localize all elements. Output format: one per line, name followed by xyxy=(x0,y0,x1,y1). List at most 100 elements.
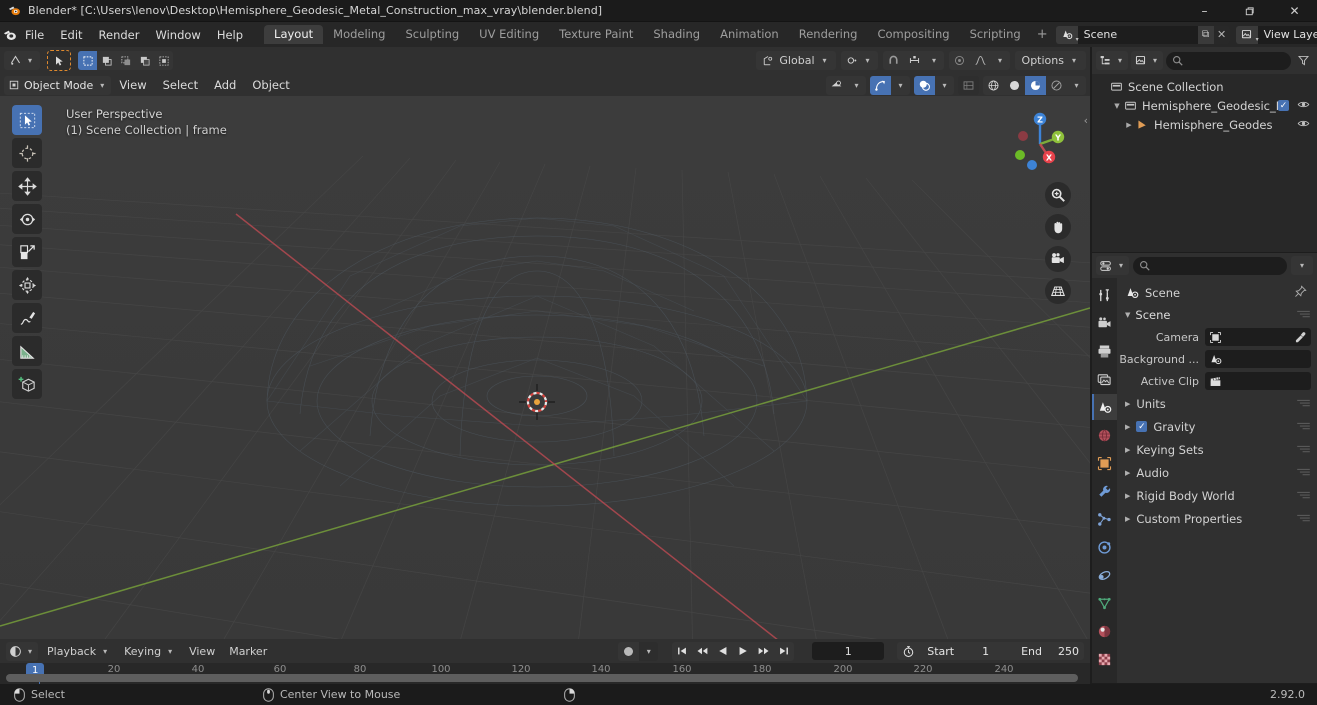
snap-magnet-icon[interactable] xyxy=(883,51,904,70)
play-reverse-button[interactable] xyxy=(713,642,733,661)
new-scene-button[interactable]: ⧉ xyxy=(1197,25,1214,44)
annotate-tool-icon[interactable] xyxy=(12,303,42,333)
navigation-gizmo[interactable]: Z Y X xyxy=(1002,108,1074,180)
expand-arrow-icon[interactable]: ▶ xyxy=(1122,121,1136,129)
background-scene-field[interactable] xyxy=(1205,350,1311,368)
units-section[interactable]: ▶ Units xyxy=(1117,392,1317,415)
tab-uv-editing[interactable]: UV Editing xyxy=(469,25,549,44)
close-button[interactable]: ✕ xyxy=(1272,0,1317,22)
viewport-menu-object[interactable]: Object xyxy=(244,75,297,95)
auto-keying-caret[interactable]: ▾ xyxy=(639,641,659,661)
gravity-checkbox[interactable]: ✓ xyxy=(1136,421,1148,432)
timeline-editor-type-icon[interactable]: ▾ xyxy=(6,641,39,661)
tab-compositing[interactable]: Compositing xyxy=(867,25,959,44)
modifier-tab[interactable] xyxy=(1092,478,1117,504)
properties-search-input[interactable] xyxy=(1133,256,1287,275)
blender-menu-icon[interactable] xyxy=(3,28,17,42)
timeline-menu-playback[interactable]: Playback ▾ xyxy=(42,642,115,661)
data-tab[interactable] xyxy=(1092,590,1117,616)
snap-target-icon[interactable] xyxy=(904,51,925,70)
eye-icon[interactable] xyxy=(1297,98,1310,114)
add-workspace-button[interactable]: + xyxy=(1031,27,1054,42)
material-tab[interactable] xyxy=(1092,618,1117,644)
scene-tab[interactable] xyxy=(1092,394,1117,420)
measure-tool-icon[interactable] xyxy=(12,336,42,366)
tab-sculpting[interactable]: Sculpting xyxy=(395,25,469,44)
select-box-tool-icon[interactable] xyxy=(47,50,72,71)
falloff-dropdown-caret[interactable]: ▾ xyxy=(991,51,1010,70)
shading-material-preview-icon[interactable] xyxy=(1025,75,1046,95)
view-layer-icon[interactable]: ▾ xyxy=(1235,25,1259,44)
snap-dropdown-caret[interactable]: ▾ xyxy=(925,51,944,70)
physics-tab[interactable] xyxy=(1092,534,1117,560)
jump-prev-keyframe-button[interactable] xyxy=(692,642,713,661)
tab-animation[interactable]: Animation xyxy=(710,25,789,44)
unlink-scene-button[interactable]: ✕ xyxy=(1214,26,1230,44)
audio-section[interactable]: ▶ Audio xyxy=(1117,461,1317,484)
timeline-menu-view[interactable]: View xyxy=(184,642,220,661)
viewport-menu-select[interactable]: Select xyxy=(155,75,206,95)
cursor-tool-icon[interactable] xyxy=(12,138,42,168)
tab-layout[interactable]: Layout xyxy=(264,25,324,44)
pin-icon[interactable] xyxy=(1294,285,1307,301)
shading-rendered-icon[interactable] xyxy=(1046,76,1067,95)
tool-tab[interactable] xyxy=(1092,282,1117,308)
rotate-tool-icon[interactable] xyxy=(12,204,42,234)
3d-viewport[interactable]: User Perspective (1) Scene Collection | … xyxy=(0,96,1090,639)
keying-sets-section[interactable]: ▶ Keying Sets xyxy=(1117,438,1317,461)
select-set-icon[interactable] xyxy=(78,51,98,70)
jump-to-start-button[interactable] xyxy=(672,642,692,661)
outliner-tree[interactable]: Scene Collection ▼ Hemisphere_Geodesic_M… xyxy=(1092,74,1317,252)
pivot-point-dropdown[interactable]: ▾ xyxy=(840,51,878,70)
add-cube-tool-icon[interactable] xyxy=(12,369,42,399)
tab-shading[interactable]: Shading xyxy=(643,25,710,44)
world-tab[interactable] xyxy=(1092,422,1117,448)
tweak-select-tool-icon[interactable] xyxy=(12,105,42,135)
viewport-menu-add[interactable]: Add xyxy=(206,75,244,95)
object-mode-dropdown[interactable]: Object Mode ▾ xyxy=(4,75,112,95)
scene-panel-header[interactable]: ▼ Scene xyxy=(1117,304,1317,326)
outliner-editor-type-icon[interactable]: ▾ xyxy=(1096,51,1129,70)
select-intersect-icon[interactable] xyxy=(154,51,173,70)
overlays-icon[interactable] xyxy=(914,75,935,95)
menu-window[interactable]: Window xyxy=(147,25,208,45)
constraints-tab[interactable] xyxy=(1092,562,1117,588)
stopwatch-icon[interactable] xyxy=(902,645,915,658)
camera-field[interactable] xyxy=(1205,328,1311,346)
overlays-caret[interactable]: ▾ xyxy=(935,76,954,95)
menu-edit[interactable]: Edit xyxy=(52,25,90,45)
falloff-smooth-icon[interactable] xyxy=(970,51,991,70)
transform-orientation-dropdown[interactable]: Global ▾ xyxy=(756,51,836,70)
outliner-display-mode-icon[interactable]: ▾ xyxy=(1131,51,1164,70)
tab-scripting[interactable]: Scripting xyxy=(960,25,1031,44)
texture-tab[interactable] xyxy=(1092,646,1117,672)
render-tab[interactable] xyxy=(1092,310,1117,336)
tab-texture-paint[interactable]: Texture Paint xyxy=(549,25,643,44)
shading-wireframe-icon[interactable] xyxy=(983,76,1004,95)
transform-tool-icon[interactable] xyxy=(12,270,42,300)
toggle-perspective-icon[interactable] xyxy=(1045,278,1071,304)
scene-name[interactable]: Scene xyxy=(1077,25,1198,44)
rigid-body-world-section[interactable]: ▶ Rigid Body World xyxy=(1117,484,1317,507)
editor-type-3dview-icon[interactable]: ▾ xyxy=(4,51,41,70)
active-clip-field[interactable] xyxy=(1205,372,1311,390)
shading-solid-icon[interactable] xyxy=(1004,76,1025,95)
properties-options-caret-icon[interactable]: ▾ xyxy=(1290,256,1313,275)
minimize-button[interactable]: – xyxy=(1182,0,1227,22)
outliner-row-hemisphere-collection[interactable]: ▼ Hemisphere_Geodesic_M ✓ xyxy=(1092,96,1317,115)
gizmo-caret[interactable]: ▾ xyxy=(891,76,910,95)
gizmo-icon[interactable] xyxy=(870,75,891,95)
particles-tab[interactable] xyxy=(1092,506,1117,532)
timeline-ruler[interactable]: 20 40 60 80 100 120 140 160 180 200 220 … xyxy=(0,663,1090,684)
output-tab[interactable] xyxy=(1092,338,1117,364)
properties-editor-type-icon[interactable]: ▾ xyxy=(1096,256,1130,275)
collection-checkbox[interactable]: ✓ xyxy=(1278,100,1289,111)
scale-tool-icon[interactable] xyxy=(12,237,42,267)
record-dot-icon[interactable] xyxy=(618,642,639,661)
pan-hand-icon[interactable] xyxy=(1045,214,1071,240)
move-tool-icon[interactable] xyxy=(12,171,42,201)
select-subtract-icon[interactable] xyxy=(116,51,135,70)
menu-help[interactable]: Help xyxy=(209,25,251,45)
visibility-caret[interactable]: ▾ xyxy=(847,76,866,95)
outliner-search-input[interactable] xyxy=(1166,51,1291,70)
